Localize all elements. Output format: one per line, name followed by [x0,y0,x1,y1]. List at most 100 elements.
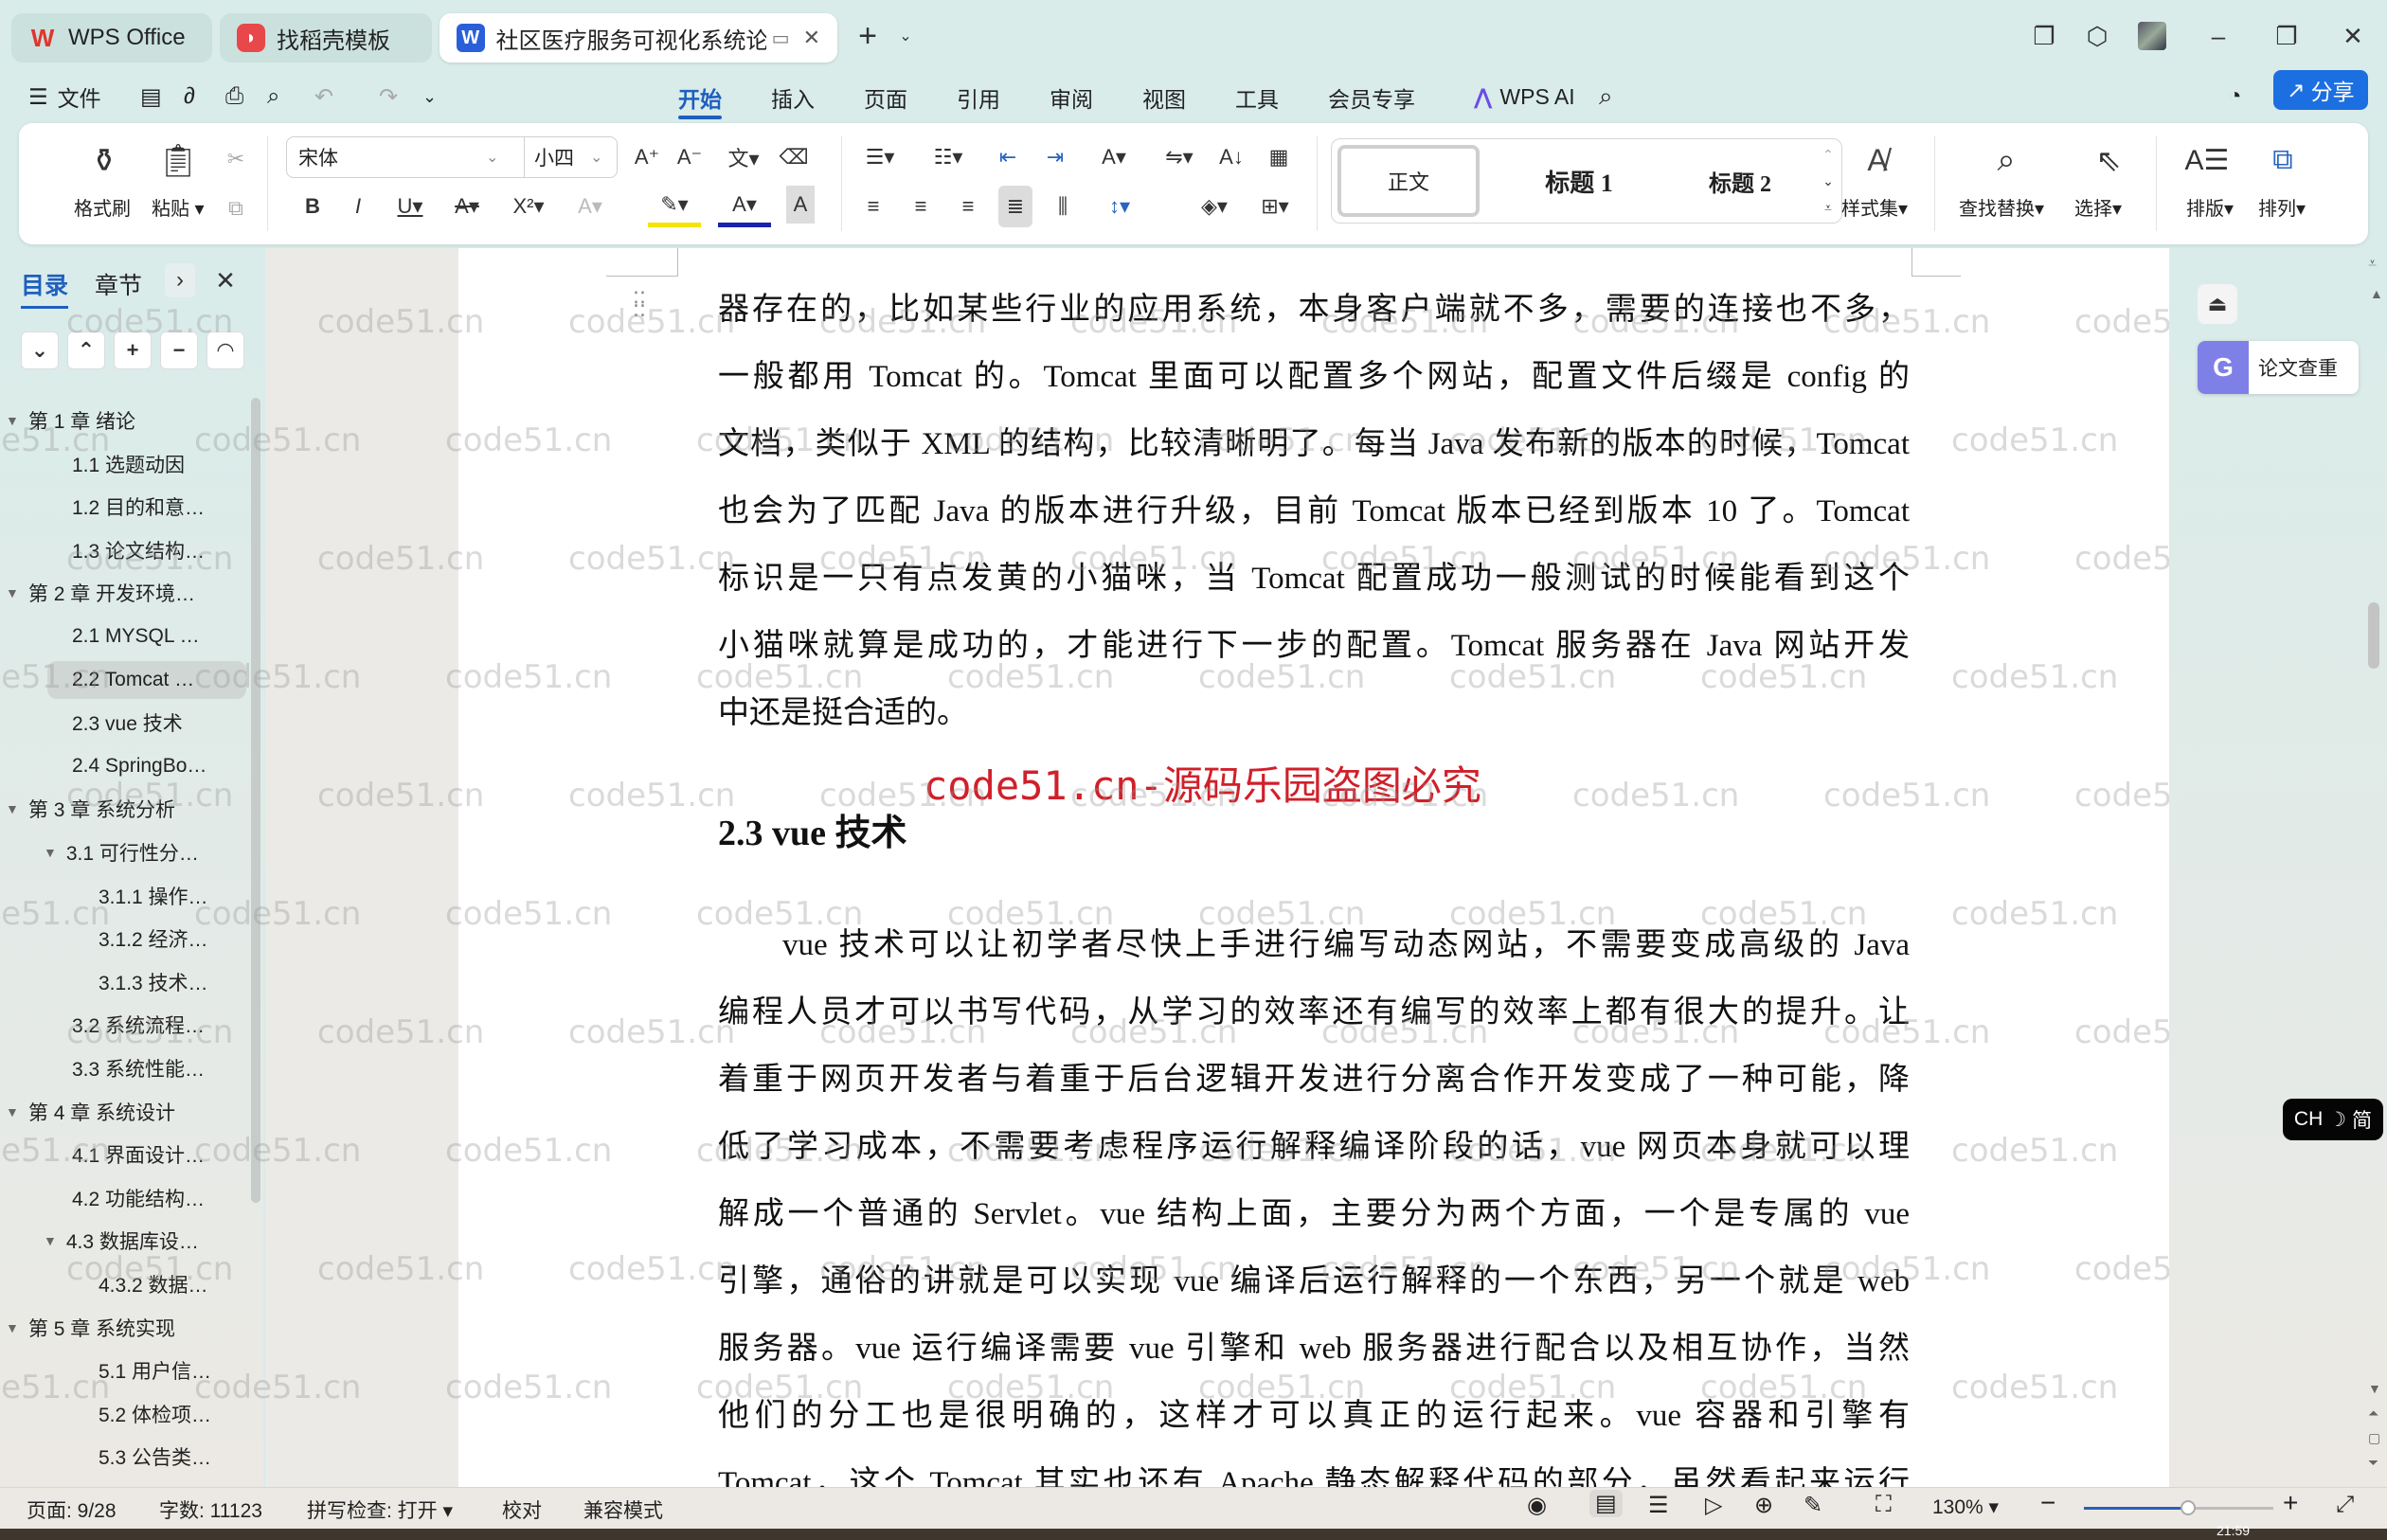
decrease-indent-button[interactable]: ⇤ [991,136,1025,178]
tab-view[interactable]: 视图 [1142,78,1186,117]
align-left-button[interactable]: ≡ [856,186,890,227]
zoom-out-button[interactable]: − [2040,1488,2055,1518]
close-tab-icon[interactable]: ✕ [803,26,820,50]
expand-triangle-icon[interactable]: ▼ [6,801,19,816]
expand-triangle-icon[interactable]: ▼ [6,413,19,428]
distribute-button[interactable]: ⫼ [1046,186,1080,227]
expand-triangle-icon[interactable]: ▼ [6,585,19,600]
save-icon[interactable]: ▤ [140,78,162,116]
expand-triangle-icon[interactable]: ▼ [44,1233,57,1248]
format-painter-label[interactable]: 格式刷 [74,193,131,221]
tab-docer-templates[interactable]: ◗ 找稻壳模板 [220,13,432,63]
style-set-icon[interactable]: A̸ [1858,136,1896,184]
toc-item[interactable]: ▼ 第 2 章 开发环境… [6,574,195,612]
find-replace-button[interactable]: 查找替换▾ [1959,193,2044,221]
find-replace-icon[interactable]: ⌕ [1987,136,2025,184]
scroll-up-arrow[interactable]: ▲ [2370,286,2383,301]
redo-icon[interactable]: ↷ [379,78,398,116]
bold-button[interactable]: B [296,186,330,227]
expand-triangle-icon[interactable]: ▼ [6,1320,19,1335]
cut-icon[interactable]: ✂ [222,140,250,178]
tab-insert[interactable]: 插入 [771,78,815,117]
comment-bubble-icon[interactable]: ◔ [2228,78,2242,116]
strikethrough-button[interactable]: A▾ [443,186,491,227]
tab-toc[interactable]: 目录 [21,267,69,309]
tab-tools[interactable]: 工具 [1235,78,1279,117]
align-center-button[interactable]: ≡ [904,186,938,227]
font-size-selector[interactable]: 小四 [524,137,590,177]
style-heading-2[interactable]: 标题 2 [1669,145,1811,217]
styles-scroll-down[interactable]: ⌄ [1817,168,1840,194]
fit-page-icon[interactable]: ⛶ [1876,1492,1892,1518]
toc-item[interactable]: ▼ 第 1 章 绪论 [6,402,135,439]
text-effect-button[interactable]: A▾ [566,186,614,227]
file-menu[interactable]: ☰ 文件 [28,78,101,116]
clear-format-icon[interactable]: ⌫ [777,136,811,178]
cube-icon[interactable]: ⬡ [2076,15,2118,57]
toc-item[interactable]: ▼ 第 3 章 系统分析 [6,790,175,828]
styles-scroll-up[interactable]: ⌃ [1817,141,1840,168]
toc-item[interactable]: ▼ 第 4 章 系统设计 [6,1093,175,1131]
zoom-slider[interactable] [2084,1500,2273,1515]
quick-access-dropdown[interactable]: ⌄ [422,78,437,116]
arrange-button[interactable]: 排列▾ [2258,193,2306,221]
toc-item[interactable]: 2.2 Tomcat … [47,660,246,699]
increase-indent-button[interactable]: ⇥ [1038,136,1072,178]
zoom-slider-handle[interactable] [2181,1500,2196,1515]
previous-page-icon[interactable]: ⏶ [2368,1406,2378,1422]
tab-page[interactable]: 页面 [864,78,907,117]
maximize-button[interactable]: ❐ [2266,15,2307,57]
zoom-in-button[interactable]: + [2283,1488,2298,1518]
bullet-list-button[interactable]: ☰▾ [856,136,904,178]
select-button[interactable]: 选择▾ [2074,193,2122,221]
pen-icon[interactable]: ✎ [1804,1492,1822,1519]
share-link-icon[interactable]: ∂ [184,78,195,116]
style-normal[interactable]: 正文 [1337,145,1480,217]
toc-item[interactable]: 2.4 SpringBo… [72,747,206,785]
toc-item[interactable]: 1.3 论文结构… [72,531,205,569]
expand-down-button[interactable]: ⌄ [21,331,59,369]
scroll-top-icon[interactable]: ⩡ [2368,256,2377,273]
grow-font-icon[interactable]: A⁺ [630,136,664,178]
toc-item[interactable]: 5.3 公告类… [99,1438,211,1476]
superscript-button[interactable]: X²▾ [502,186,555,227]
chevron-right-icon[interactable]: › [165,263,195,297]
select-cursor-icon[interactable]: ⇖ [2090,136,2127,184]
toc-item[interactable]: 3.1.2 经济… [99,920,208,958]
show-marks-button[interactable]: ▦ [1262,136,1296,178]
share-button[interactable]: ↗ 分享 [2273,70,2368,110]
print-icon[interactable]: ⎙ [225,78,243,116]
arrange-icon[interactable]: ⧉ [2264,136,2302,184]
expand-triangle-icon[interactable]: ▼ [6,1104,19,1119]
tab-list-dropdown[interactable]: ⌄ [885,15,926,57]
toc-item[interactable]: 1.2 目的和意… [72,488,205,526]
undo-icon[interactable]: ↶ [314,78,333,116]
new-tab-button[interactable]: + [847,15,888,57]
toc-item[interactable]: 3.3 系统性能… [72,1049,205,1087]
toc-item[interactable]: 5.1 用户信… [99,1352,211,1389]
phonetic-guide-icon[interactable]: 文▾ [720,136,767,178]
shading-button[interactable]: ◈▾ [1188,186,1241,227]
toc-item[interactable]: 1.1 选题动因 [72,445,185,483]
line-spacing-button[interactable]: ↕▾ [1093,186,1146,227]
align-right-button[interactable]: ≡ [951,186,985,227]
avatar[interactable] [2131,15,2173,57]
window-restore-icon[interactable]: ❐ [2023,15,2065,57]
toc-item[interactable]: 4.2 功能结构… [72,1179,205,1217]
play-icon[interactable]: ▷ [1705,1492,1722,1519]
justify-button[interactable]: ≣ [998,186,1032,227]
add-heading-button[interactable]: + [114,331,152,369]
tab-review[interactable]: 审阅 [1050,78,1093,117]
paste-button[interactable]: 粘贴 ▾ [152,193,205,221]
remove-heading-button[interactable]: − [160,331,198,369]
italic-button[interactable]: I [341,186,375,227]
minimize-button[interactable]: – [2198,15,2239,57]
toc-item[interactable]: 4.3.2 数据… [99,1265,208,1303]
toc-item[interactable]: 3.1.1 操作… [99,877,208,915]
outline-view-icon[interactable]: ☰ [1648,1492,1669,1519]
character-shading-button[interactable]: A [786,186,815,224]
drag-handle-icon[interactable]: ⁚⁚ ⁚⁚ [633,290,646,320]
page-indicator[interactable]: 页面: 9/28 [27,1495,117,1524]
toc-item[interactable]: ▼ 第 5 章 系统实现 [6,1309,175,1347]
print-preview-icon[interactable]: ⌕ [267,78,279,116]
